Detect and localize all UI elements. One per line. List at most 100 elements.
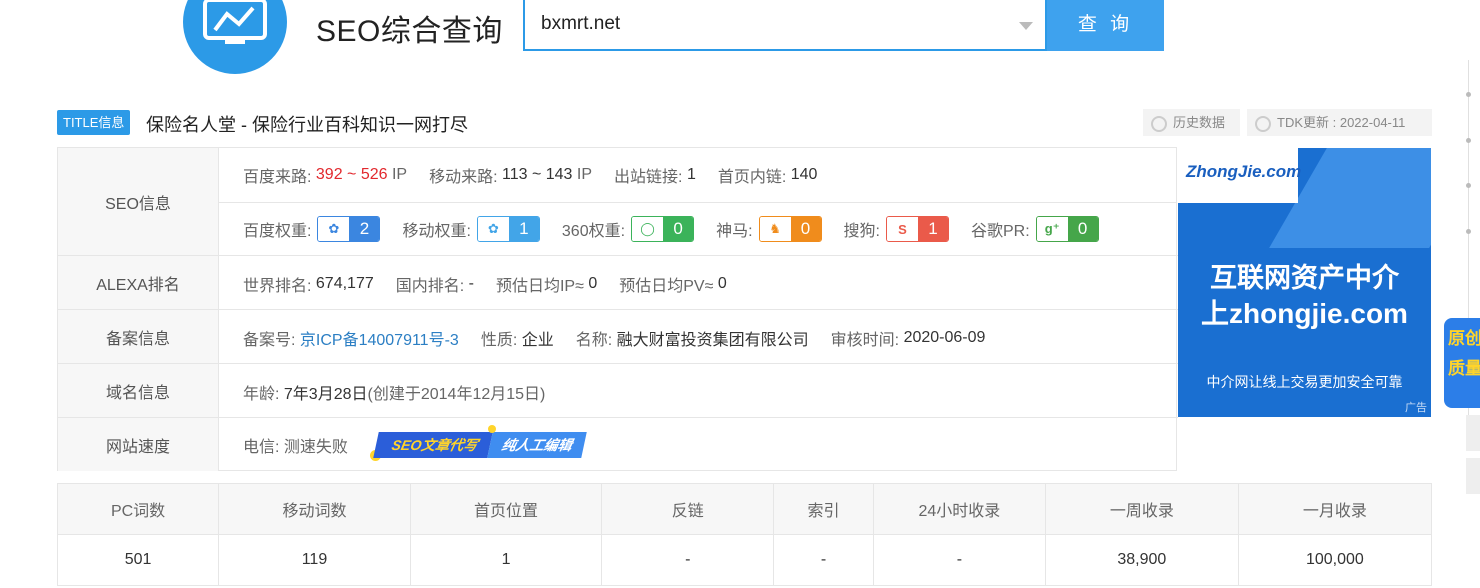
database-icon xyxy=(1151,115,1167,132)
daily-pv-value: 0 xyxy=(717,275,727,292)
360-icon: ◯ xyxy=(632,217,664,241)
icp-name-label: 名称: xyxy=(575,332,613,349)
domain-line: 年龄: 7年3月28日 (创建于2014年12月15日) xyxy=(243,380,545,404)
baidu-weight-label: 百度权重: xyxy=(243,223,312,240)
icp-audit-value: 2020-06-09 xyxy=(903,329,986,346)
pc-words-value[interactable]: 501 xyxy=(56,534,220,586)
promo-right-text: 纯人工编辑 xyxy=(486,432,587,458)
mobile-traffic-label: 移动来路: xyxy=(429,169,498,186)
icp-audit-label: 审核时间: xyxy=(830,332,900,349)
icp-line: 备案号: 京ICP备14007911号-3 性质: 企业 名称: 融大财富投资集… xyxy=(243,326,1007,350)
sogou-weight-badge[interactable]: S1 xyxy=(885,216,949,242)
icp-label: 备案信息 xyxy=(58,310,219,363)
dropdown-caret-icon[interactable] xyxy=(1019,22,1033,30)
icp-type-label: 性质: xyxy=(480,332,518,349)
baidu-paw-icon: ✿ xyxy=(318,217,350,241)
daily-ip-value: 0 xyxy=(588,275,598,292)
ad-logo: ZhongJie.com xyxy=(1186,162,1302,181)
original-quality-float[interactable]: 原创 质量 xyxy=(1444,318,1480,408)
search-input[interactable] xyxy=(539,12,1003,36)
mobile-traffic-value: 113 ~ 143 xyxy=(502,166,573,183)
logo[interactable] xyxy=(183,0,287,74)
col-pc-words: PC词数 xyxy=(56,483,220,535)
tdk-update-label: TDK更新 : 2022-04-11 xyxy=(1277,115,1406,130)
domestic-rank-label: 国内排名: xyxy=(395,278,465,295)
shenma-weight-value: 0 xyxy=(790,217,821,241)
google-pr-badge[interactable]: g⁺ 0 xyxy=(1035,216,1099,242)
internal-links-value[interactable]: 140 xyxy=(791,166,818,184)
icp-number-link[interactable]: 京ICP备14007911号-3 xyxy=(300,326,459,350)
baidu-traffic-value[interactable]: 392 ~ 526 xyxy=(316,166,388,184)
baidu-weight-badge[interactable]: ✿ 2 xyxy=(317,216,381,242)
domain-created: (创建于2014年12月15日) xyxy=(367,386,546,403)
domain-age-label: 年龄: xyxy=(243,386,280,403)
mobile-traffic-unit: IP xyxy=(576,166,593,183)
edge-nav-dot[interactable] xyxy=(1466,229,1471,234)
internal-links-label: 首页内链: xyxy=(717,169,787,186)
world-rank-label: 世界排名: xyxy=(243,278,312,295)
daily-ip-label: 预估日均IP≈ xyxy=(495,278,584,295)
edge-nav-dot[interactable] xyxy=(1466,138,1471,143)
col-24h-indexed: 24小时收录 xyxy=(872,483,1046,535)
search-box[interactable] xyxy=(523,0,1047,51)
360-weight-label: 360权重: xyxy=(561,223,626,240)
alexa-label: ALEXA排名 xyxy=(58,256,219,309)
stats-value-row: 501 119 1 - - - 38,900 100,000 xyxy=(56,534,1433,586)
promo-left-text: SEO文章代写 xyxy=(373,432,493,458)
speed-label: 网站速度 xyxy=(58,418,219,471)
col-week-indexed: 一周收录 xyxy=(1044,483,1239,535)
google-plus-icon: g⁺ xyxy=(1036,217,1068,241)
index-value[interactable]: - xyxy=(773,534,874,586)
info-table: SEO信息 百度来路: 392 ~ 526 IP 移动来路: 113 ~ 143… xyxy=(57,147,1178,471)
edge-tool-button[interactable] xyxy=(1466,415,1480,451)
24h-indexed-value[interactable]: - xyxy=(872,534,1046,586)
edge-nav-dot[interactable] xyxy=(1466,183,1471,188)
zhongjie-ad[interactable]: ZhongJie.com 互联网资产中介 上zhongjie.com 中介网让线… xyxy=(1178,148,1431,417)
history-data-button[interactable]: 历史数据 xyxy=(1143,109,1240,136)
col-backlinks: 反链 xyxy=(601,483,775,535)
baidu-traffic-unit: IP xyxy=(391,166,408,183)
google-pr-value: 0 xyxy=(1067,217,1098,241)
history-data-label: 历史数据 xyxy=(1173,115,1226,130)
domain-label: 域名信息 xyxy=(58,364,219,417)
backlinks-value[interactable]: - xyxy=(601,534,775,586)
home-position-value[interactable]: 1 xyxy=(409,534,603,586)
icp-type-value: 企业 xyxy=(521,332,554,349)
col-month-indexed: 一月收录 xyxy=(1237,483,1433,535)
seo-writing-promo[interactable]: SEO文章代写 纯人工编辑 xyxy=(369,425,587,461)
title-badge: TITLE信息 xyxy=(57,110,131,135)
outbound-links-value[interactable]: 1 xyxy=(687,166,696,184)
promo-dot-small-icon xyxy=(487,425,496,433)
daily-pv-label: 预估日均PV≈ xyxy=(619,278,714,295)
search-button[interactable]: 查 询 xyxy=(1047,0,1164,51)
shenma-icon: ♞ xyxy=(759,217,791,241)
ad-domain: 上zhongjie.com xyxy=(1201,298,1408,329)
ad-tagline: 中介网让线上交易更加安全可靠 xyxy=(1206,374,1403,390)
alexa-line: 世界排名: 674,177 国内排名: - 预估日均IP≈ 0 预估日均PV≈ … xyxy=(243,272,749,296)
domain-age-value: 7年3月28日 xyxy=(283,386,368,403)
mobile-weight-badge[interactable]: ✿ 1 xyxy=(476,216,540,242)
shenma-weight-badge[interactable]: ♞ 0 xyxy=(758,216,822,242)
sogou-icon: S xyxy=(886,217,918,241)
seo-row: SEO信息 百度来路: 392 ~ 526 IP 移动来路: 113 ~ 143… xyxy=(58,148,1178,256)
telecom-label: 电信: xyxy=(243,439,280,456)
tdk-update-button[interactable]: TDK更新 : 2022-04-11 xyxy=(1247,109,1432,136)
edge-tool-button[interactable] xyxy=(1466,458,1480,494)
sogou-weight-label: 搜狗: xyxy=(843,223,880,240)
sogou-weight-value: 1 xyxy=(917,217,948,241)
page-title-text: 保险名人堂 - 保险行业百科知识一网打尽 xyxy=(146,115,468,135)
stats-header-row: PC词数 移动词数 首页位置 反链 索引 24小时收录 一周收录 一月收录 xyxy=(56,483,1433,535)
month-indexed-value[interactable]: 100,000 xyxy=(1237,534,1433,586)
site-title: SEO综合查询 xyxy=(316,15,503,48)
stats-table: PC词数 移动词数 首页位置 反链 索引 24小时收录 一周收录 一月收录 50… xyxy=(56,483,1433,586)
shenma-weight-label: 神马: xyxy=(716,223,753,240)
refresh-icon xyxy=(1255,115,1271,132)
edge-nav-dot[interactable] xyxy=(1466,92,1471,97)
seo-traffic-line: 百度来路: 392 ~ 526 IP 移动来路: 113 ~ 143 IP 出站… xyxy=(243,163,839,187)
world-rank-value: 674,177 xyxy=(315,275,374,292)
360-weight-badge[interactable]: ◯ 0 xyxy=(631,216,695,242)
360-weight-value: 0 xyxy=(663,217,694,241)
mobile-words-value[interactable]: 119 xyxy=(218,534,411,586)
icp-row: 备案信息 备案号: 京ICP备14007911号-3 性质: 企业 名称: 融大… xyxy=(58,310,1178,364)
week-indexed-value[interactable]: 38,900 xyxy=(1044,534,1239,586)
